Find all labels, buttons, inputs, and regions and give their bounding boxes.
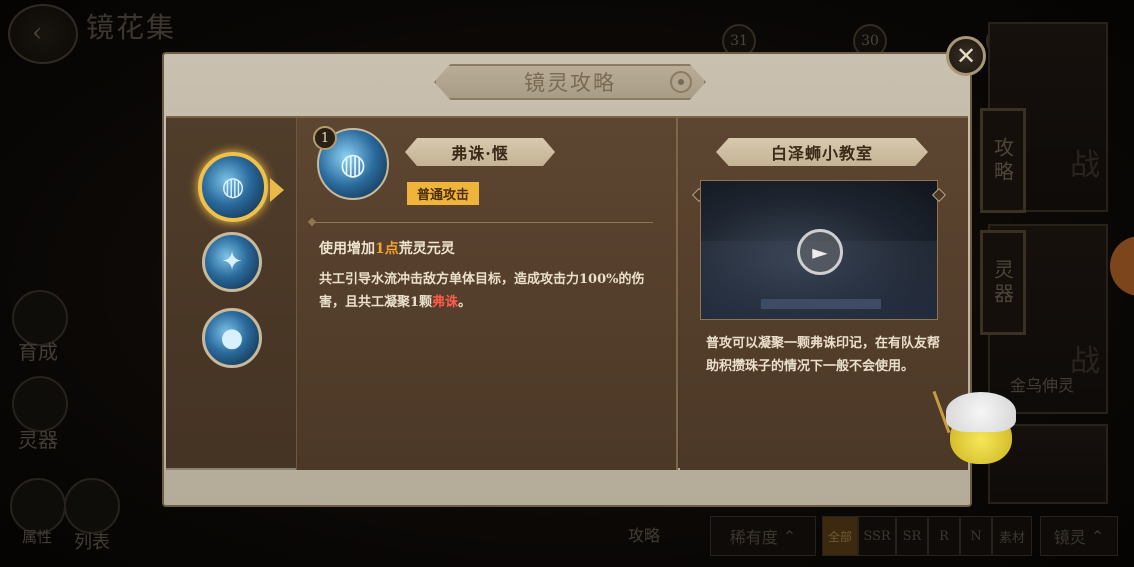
effect-highlight: 1点 — [375, 241, 399, 257]
water-orb-icon: ◍ — [221, 172, 245, 202]
skill-3-button[interactable]: ● — [202, 308, 262, 368]
strategy-modal: 镜灵攻略 ◍ ✦ ● 1 ◍ 弗诛·惬 普通攻击 使用增加1点荒灵元灵 共工引导… — [162, 52, 972, 507]
tutorial-title: 白泽蛳小教室 — [716, 138, 928, 166]
video-hud-bar — [761, 299, 881, 309]
close-icon[interactable]: ✕ — [946, 36, 986, 76]
description-highlight: 弗诛 — [432, 295, 459, 310]
skill-2-button[interactable]: ✦ — [202, 232, 262, 292]
modal-content: ◍ ✦ ● 1 ◍ 弗诛·惬 普通攻击 使用增加1点荒灵元灵 共工引导水流冲击敌… — [166, 116, 968, 470]
water-sword-icon: ✦ — [221, 247, 243, 277]
description-end: 。 — [458, 295, 472, 310]
skill-detail-panel: 1 ◍ 弗诛·惬 普通攻击 使用增加1点荒灵元灵 共工引导水流冲击敌方单体目标，… — [296, 118, 678, 470]
skill-type-tag: 普通攻击 — [407, 182, 480, 205]
effect-suffix: 荒灵元灵 — [398, 241, 455, 257]
mascot-hair — [946, 392, 1016, 432]
divider — [313, 222, 653, 223]
skill-level-badge: 1 — [313, 126, 337, 150]
modal-title: 镜灵攻略 — [524, 71, 616, 95]
title-ribbon: 镜灵攻略 — [434, 64, 706, 100]
skill-1-button[interactable]: ◍ — [198, 152, 268, 222]
selected-pointer-icon — [270, 178, 284, 202]
tutorial-video[interactable]: ► — [700, 180, 938, 320]
description-text: 共工引导水流冲击敌方单体目标，造成攻击力100%的伤害，且共工凝聚1颗 — [319, 272, 645, 310]
water-orb-icon: ◍ — [339, 146, 367, 182]
game-screen: ‹ 镜花集 育成 灵器 属性 列表 31 30 26 战 战 金乌伸灵 攻略 灵… — [0, 0, 1134, 567]
water-bubbles-icon: ● — [220, 323, 244, 353]
ornament-icon — [670, 71, 692, 93]
play-icon[interactable]: ► — [797, 229, 843, 275]
modal-header: 镜灵攻略 — [164, 54, 970, 112]
skill-effect: 使用增加1点荒灵元灵 — [319, 238, 455, 258]
mascot-guide[interactable] — [932, 390, 1020, 470]
tutorial-panel: 白泽蛳小教室 ► 普攻可以凝聚一颗弗诛印记，在有队友帮助积攒珠子的情况下一般不会… — [680, 118, 968, 470]
skill-description: 共工引导水流冲击敌方单体目标，造成攻击力100%的伤害，且共工凝聚1颗弗诛。 — [319, 268, 649, 314]
skill-name: 弗诛·惬 — [405, 138, 555, 166]
tutorial-text: 普攻可以凝聚一颗弗诛印记，在有队友帮助积攒珠子的情况下一般不会使用。 — [706, 336, 941, 374]
effect-prefix: 使用增加 — [319, 241, 375, 257]
skill-list: ◍ ✦ ● — [166, 118, 296, 470]
